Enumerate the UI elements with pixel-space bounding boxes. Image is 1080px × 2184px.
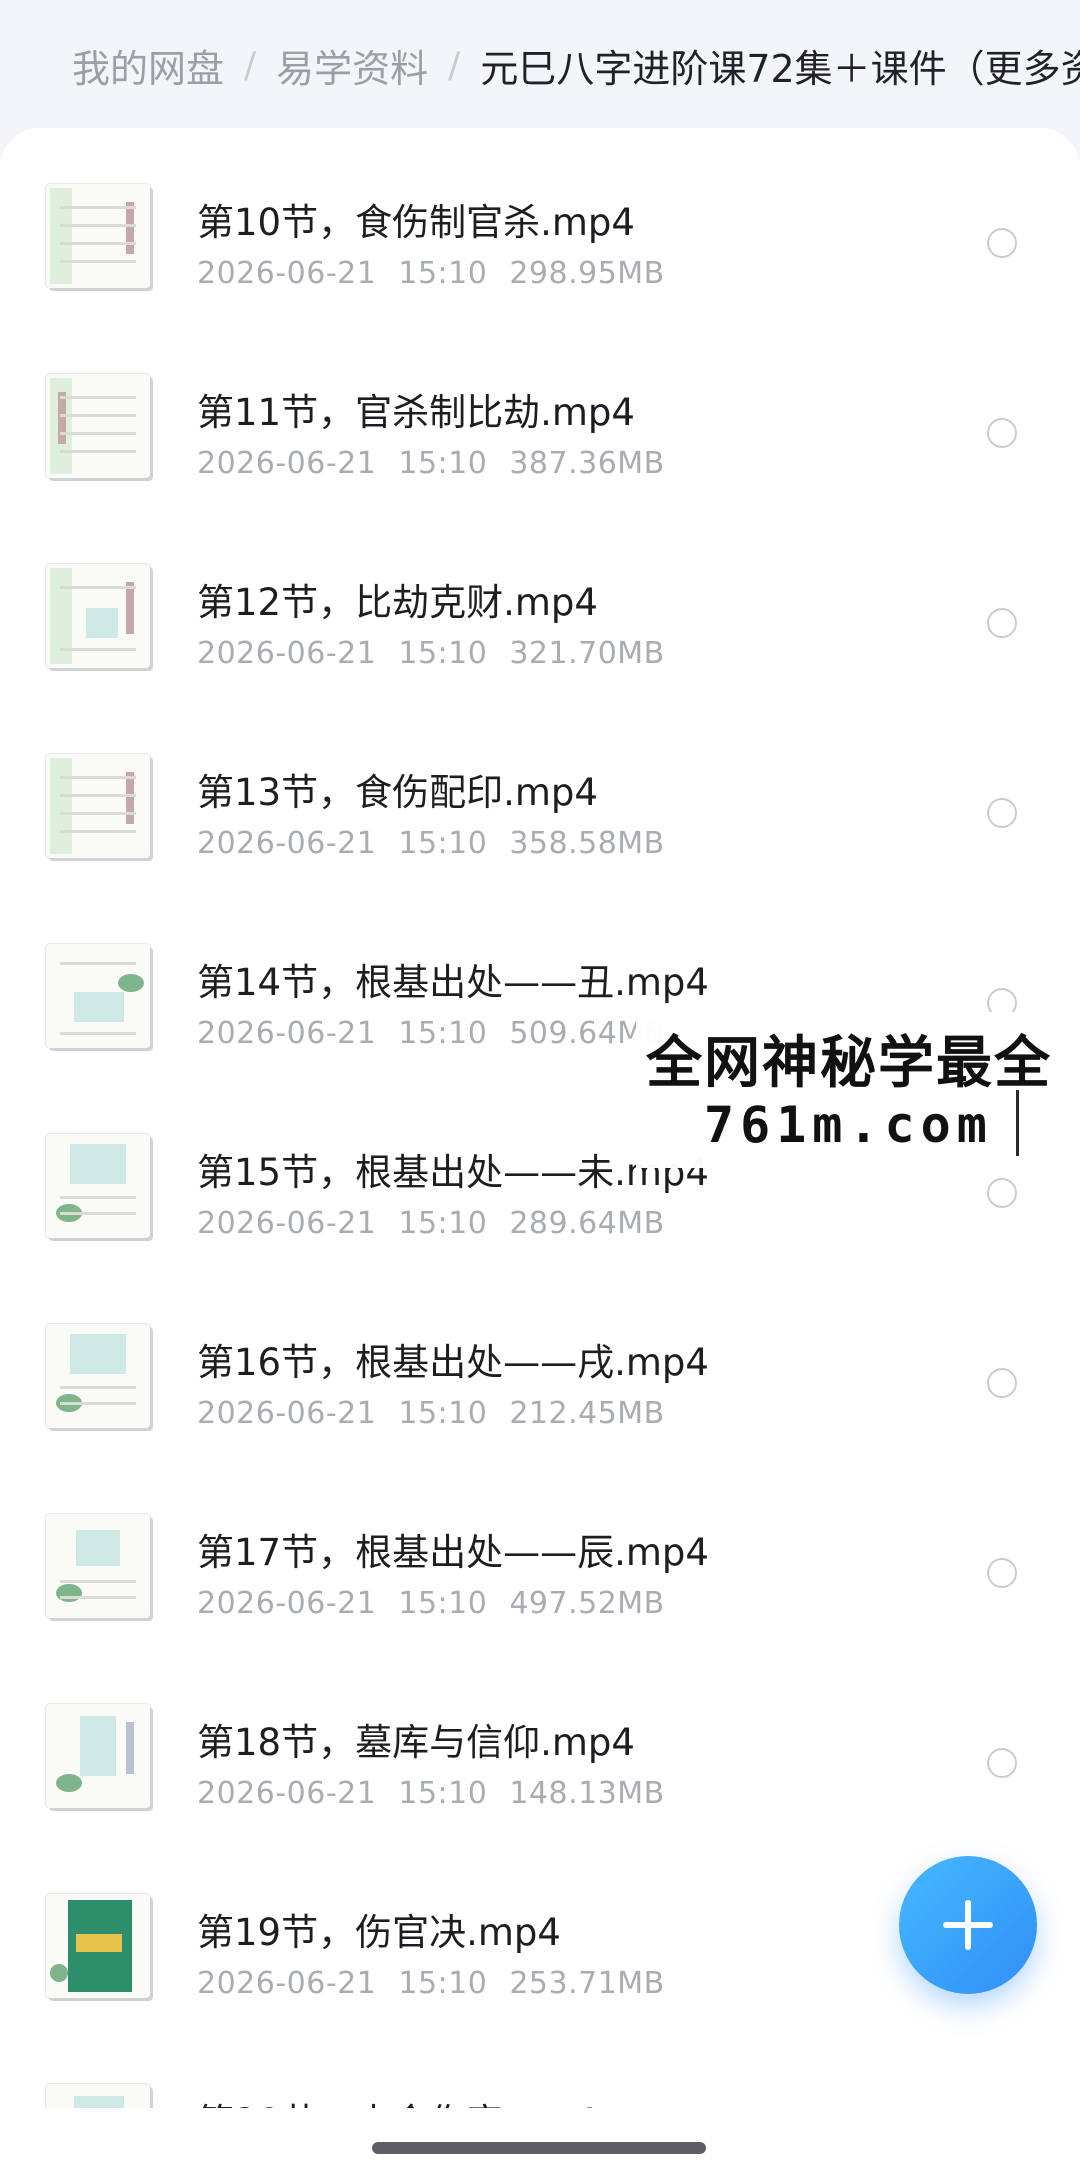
file-size: 289.64MB [509, 1206, 665, 1241]
breadcrumb-separator: / [244, 44, 257, 86]
file-meta: 2026-06-21 15:10 289.64MB [197, 1206, 665, 1241]
file-time: 15:10 [398, 826, 488, 861]
watermark-text: 全网神秘学最全 [646, 1031, 1052, 1096]
file-time: 15:10 [398, 446, 488, 481]
file-name: 第16节，根基出处——戌.mp4 [197, 1341, 709, 1384]
file-name: 第14节，根基出处——丑.mp4 [197, 961, 709, 1004]
file-row[interactable]: 第18节，墓库与信仰.mp4 2026-06-21 15:10 148.13MB [0, 1648, 1080, 1838]
file-row[interactable]: 第17节，根基出处——辰.mp4 2026-06-21 15:10 497.52MB [0, 1458, 1080, 1648]
file-name: 第13节，食伤配印.mp4 [197, 771, 598, 814]
select-radio[interactable] [987, 1748, 1017, 1778]
file-date: 2026-06-21 [197, 1966, 377, 2001]
select-radio[interactable] [987, 418, 1017, 448]
file-meta: 2026-06-21 15:10 321.70MB [197, 636, 665, 671]
file-time: 15:10 [398, 1966, 488, 2001]
select-radio[interactable] [987, 1368, 1017, 1398]
file-date: 2026-06-21 [197, 826, 377, 861]
select-radio[interactable] [987, 1558, 1017, 1588]
file-meta: 2026-06-21 15:10 358.58MB [197, 826, 665, 861]
file-row[interactable]: 第10节，食伤制官杀.mp4 2026-06-21 15:10 298.95MB [0, 128, 1080, 318]
video-thumbnail [46, 754, 150, 858]
file-name: 第10节，食伤制官杀.mp4 [197, 201, 635, 244]
plus-icon [943, 1900, 993, 1950]
file-browser-screen: 我的网盘 / 易学资料 / 元巳八字进阶课72集＋课件（更多资 第10节，食伤制… [0, 0, 1080, 2184]
file-time: 15:10 [398, 1586, 488, 1621]
file-meta: 2026-06-21 15:10 509.64MB [197, 1016, 665, 1051]
file-row[interactable]: 第16节，根基出处——戌.mp4 2026-06-21 15:10 212.45MB [0, 1268, 1080, 1458]
file-date: 2026-06-21 [197, 1206, 377, 1241]
file-size: 298.95MB [509, 256, 665, 291]
file-name: 第11节，官杀制比劫.mp4 [197, 391, 635, 434]
file-date: 2026-06-21 [197, 446, 377, 481]
file-time: 15:10 [398, 1396, 488, 1431]
add-button[interactable] [899, 1856, 1037, 1994]
file-name: 第19节，伤官决.mp4 [197, 1911, 561, 1954]
select-radio[interactable] [987, 608, 1017, 638]
file-size: 148.13MB [509, 1776, 665, 1811]
file-size: 497.52MB [509, 1586, 665, 1621]
file-name: 第15节，根基出处——未.mp4 [197, 1151, 709, 1194]
select-radio[interactable] [987, 798, 1017, 828]
file-row[interactable]: 第13节，食伤配印.mp4 2026-06-21 15:10 358.58MB [0, 698, 1080, 888]
video-thumbnail [46, 1894, 150, 1998]
file-date: 2026-06-21 [197, 1586, 377, 1621]
file-size: 358.58MB [509, 826, 665, 861]
breadcrumb: 我的网盘 / 易学资料 / 元巳八字进阶课72集＋课件（更多资 [0, 0, 1080, 130]
file-date: 2026-06-21 [197, 1016, 377, 1051]
file-time: 15:10 [398, 256, 488, 291]
video-thumbnail [46, 184, 150, 288]
video-thumbnail [46, 1514, 150, 1618]
file-size: 212.45MB [509, 1396, 665, 1431]
file-time: 15:10 [398, 1016, 488, 1051]
video-thumbnail [46, 374, 150, 478]
file-date: 2026-06-21 [197, 636, 377, 671]
video-thumbnail [46, 564, 150, 668]
breadcrumb-folder-yixue[interactable]: 易学资料 [276, 38, 428, 93]
file-size: 387.36MB [509, 446, 665, 481]
breadcrumb-my-drive[interactable]: 我的网盘 [72, 38, 224, 93]
watermark-overlay: 全网神秘学最全 761m.com [636, 1012, 1080, 1168]
file-time: 15:10 [398, 636, 488, 671]
file-name: 第12节，比劫克财.mp4 [197, 581, 598, 624]
video-thumbnail [46, 1134, 150, 1238]
text-cursor [1016, 1090, 1019, 1156]
select-radio[interactable] [987, 1178, 1017, 1208]
breadcrumb-separator: / [448, 44, 461, 86]
file-row[interactable]: 第12节，比劫克财.mp4 2026-06-21 15:10 321.70MB [0, 508, 1080, 698]
watermark-url: 761m.com [704, 1096, 993, 1154]
file-date: 2026-06-21 [197, 256, 377, 291]
file-time: 15:10 [398, 1776, 488, 1811]
file-name: 第18节，墓库与信仰.mp4 [197, 1721, 635, 1764]
file-name: 第17节，根基出处——辰.mp4 [197, 1531, 709, 1574]
file-row[interactable]: 第11节，官杀制比劫.mp4 2026-06-21 15:10 387.36MB [0, 318, 1080, 508]
file-date: 2026-06-21 [197, 1396, 377, 1431]
file-meta: 2026-06-21 15:10 212.45MB [197, 1396, 665, 1431]
file-meta: 2026-06-21 15:10 298.95MB [197, 256, 665, 291]
video-thumbnail [46, 1704, 150, 1808]
file-size: 253.71MB [509, 1966, 665, 2001]
file-size: 321.70MB [509, 636, 665, 671]
select-radio[interactable] [987, 228, 1017, 258]
file-meta: 2026-06-21 15:10 497.52MB [197, 1586, 665, 1621]
video-thumbnail [46, 944, 150, 1048]
file-meta: 2026-06-21 15:10 253.71MB [197, 1966, 665, 2001]
video-thumbnail [46, 1324, 150, 1428]
file-time: 15:10 [398, 1206, 488, 1241]
file-meta: 2026-06-21 15:10 387.36MB [197, 446, 665, 481]
file-meta: 2026-06-21 15:10 148.13MB [197, 1776, 665, 1811]
breadcrumb-current-folder: 元巳八字进阶课72集＋课件（更多资 [480, 46, 1080, 91]
home-indicator[interactable] [372, 2142, 706, 2154]
file-date: 2026-06-21 [197, 1776, 377, 1811]
